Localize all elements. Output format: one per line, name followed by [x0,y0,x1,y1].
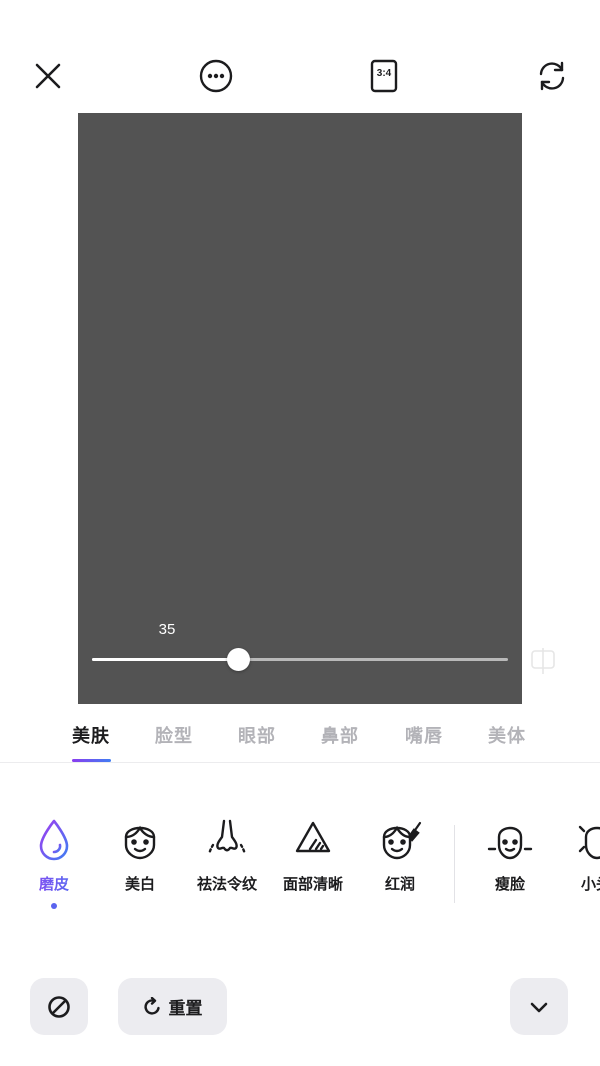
tool-label: 祛法令纹 [196,875,257,893]
intensity-slider-thumb[interactable] [227,648,250,671]
tool-label: 美白 [124,875,155,893]
tool-rosy[interactable]: 红润 [357,815,443,915]
nose-lines-icon [207,819,247,856]
tool-label: 瘦脸 [494,875,525,893]
aspect-ratio-label: 3:4 [376,68,392,79]
chevron-down-icon [530,1002,548,1012]
slim-face-icon [487,826,533,860]
small-head-icon [578,825,600,860]
tool-label: 磨皮 [11,873,97,894]
tool-face-clarity[interactable]: 面部清晰 [270,815,356,915]
tab-nose[interactable]: 鼻部 [321,722,359,748]
tool-label: 面部清晰 [282,875,343,893]
tool-small-head[interactable]: 小头 [553,815,600,915]
tab-eyes[interactable]: 眼部 [238,722,276,748]
face-blush-icon [382,821,422,860]
intensity-slider-fill [92,658,238,661]
tool-slim-face[interactable]: 瘦脸 [467,815,553,915]
active-tool-dot [51,903,57,909]
aspect-ratio-icon[interactable]: 3:4 [364,56,404,96]
tool-smooth-skin[interactable]: 磨皮 [11,815,97,915]
reset-label: 重置 [168,999,203,1019]
tab-body[interactable]: 美体 [488,722,526,748]
face-whiten-icon [124,825,156,860]
tab-lips[interactable]: 嘴唇 [405,722,443,748]
collapse-panel-button[interactable] [510,978,568,1035]
droplet-icon [39,819,69,861]
switch-camera-icon[interactable] [532,56,572,96]
close-icon[interactable] [28,56,68,96]
compare-icon[interactable] [530,647,556,675]
reset-icon [143,996,160,1015]
reset-button[interactable]: 重置 [118,978,227,1035]
more-icon[interactable] [196,56,236,96]
slider-value: 35 [158,621,176,638]
tab-skin[interactable]: 美肤 [72,722,110,748]
tool-label: 小头 [580,875,600,893]
tool-label: 红润 [384,875,415,893]
tool-nasolabial[interactable]: 祛法令纹 [184,815,270,915]
divider [0,762,600,763]
tab-face-shape[interactable]: 脸型 [155,722,193,748]
disable-effect-button[interactable] [30,978,88,1035]
category-tabs: 美肤 脸型 眼部 鼻部 嘴唇 美体 [0,716,600,762]
intensity-slider-track[interactable] [92,658,508,661]
disable-icon [48,995,70,1018]
tool-whiten[interactable]: 美白 [97,815,183,915]
sharpen-triangle-icon [295,821,331,853]
photo-canvas[interactable] [78,113,522,704]
tools-separator [454,825,455,903]
